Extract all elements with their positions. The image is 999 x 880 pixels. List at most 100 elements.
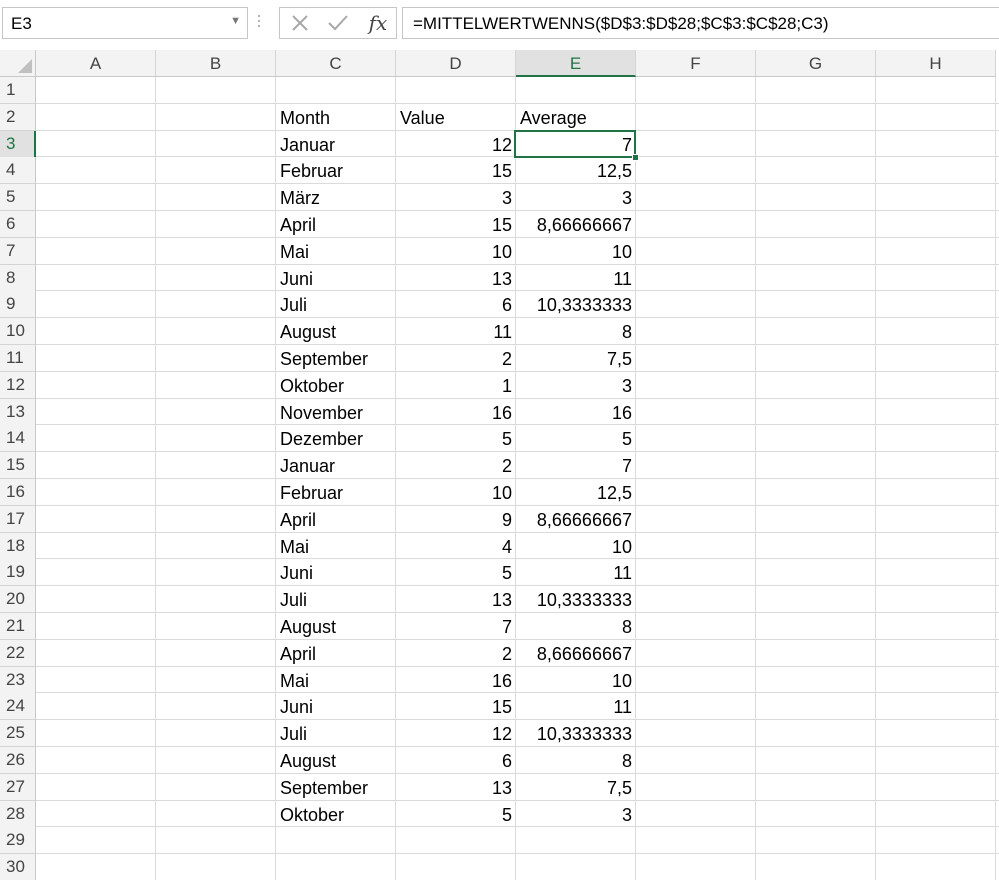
cell-month[interactable]: August (276, 747, 396, 774)
column-header-c[interactable]: C (276, 50, 396, 77)
row-header-27[interactable]: 27 (0, 773, 36, 801)
cell-average[interactable]: 12,5 (516, 157, 636, 184)
row-header-6[interactable]: 6 (0, 211, 36, 238)
x-icon[interactable] (288, 8, 312, 38)
row-header-2[interactable]: 2 (0, 103, 36, 131)
cell-value[interactable]: 10 (396, 238, 516, 265)
cell-average[interactable]: 5 (516, 425, 636, 452)
row-header-14[interactable]: 14 (0, 425, 36, 453)
fx-icon[interactable]: fx (364, 8, 392, 38)
row-header-8[interactable]: 8 (0, 264, 36, 292)
row-header-17[interactable]: 17 (0, 505, 36, 533)
cell-average[interactable]: 8,66666667 (516, 640, 636, 667)
cell-value[interactable]: 9 (396, 506, 516, 533)
cell-value[interactable]: 2 (396, 452, 516, 479)
row-header-19[interactable]: 19 (0, 559, 36, 587)
cell-value[interactable]: 13 (396, 586, 516, 613)
cell-month[interactable]: Juni (276, 693, 396, 720)
cell-month[interactable]: März (276, 184, 396, 211)
cell-average[interactable]: 12,5 (516, 479, 636, 506)
cell-value[interactable]: 16 (396, 399, 516, 426)
row-header-1[interactable]: 1 (0, 77, 36, 104)
cell-month[interactable]: Mai (276, 667, 396, 694)
row-header-28[interactable]: 28 (0, 800, 36, 828)
row-header-21[interactable]: 21 (0, 613, 36, 640)
cell-average[interactable]: 11 (516, 693, 636, 720)
row-header-13[interactable]: 13 (0, 398, 36, 426)
name-box[interactable]: E3 ▼ (2, 7, 248, 39)
column-header-d[interactable]: D (396, 50, 516, 77)
cell-average[interactable]: 8,66666667 (516, 211, 636, 238)
cell-month[interactable]: November (276, 399, 396, 426)
cell-average[interactable]: 8 (516, 747, 636, 774)
column-header-f[interactable]: F (636, 50, 756, 77)
row-header-29[interactable]: 29 (0, 827, 36, 855)
header-cell-month[interactable]: Month (276, 104, 396, 131)
cell-month[interactable]: Juli (276, 586, 396, 613)
cell-value[interactable]: 11 (396, 318, 516, 345)
select-all-corner[interactable] (0, 50, 36, 77)
cell-average[interactable]: 7 (516, 452, 636, 479)
fill-handle[interactable] (632, 153, 639, 161)
cell-month[interactable]: September (276, 774, 396, 801)
cell-average[interactable]: 3 (516, 372, 636, 399)
cell-month[interactable]: April (276, 506, 396, 533)
cell-average[interactable]: 10 (516, 238, 636, 265)
header-cell-value[interactable]: Value (396, 104, 516, 131)
cell-value[interactable]: 15 (396, 211, 516, 238)
cell-average[interactable]: 3 (516, 184, 636, 211)
cell-month[interactable]: Januar (276, 452, 396, 479)
column-header-h[interactable]: H (876, 50, 996, 77)
cell-value[interactable]: 5 (396, 801, 516, 828)
cell-average[interactable]: 10 (516, 667, 636, 694)
cell-average[interactable]: 8,66666667 (516, 506, 636, 533)
cell-value[interactable]: 16 (396, 667, 516, 694)
cell-value[interactable]: 7 (396, 613, 516, 640)
cell-value[interactable]: 12 (396, 720, 516, 747)
row-header-5[interactable]: 5 (0, 184, 36, 212)
cell-value[interactable]: 2 (396, 345, 516, 372)
cell-value[interactable]: 15 (396, 157, 516, 184)
cell-average[interactable]: 7,5 (516, 345, 636, 372)
row-header-25[interactable]: 25 (0, 720, 36, 748)
grip-icon[interactable] (256, 12, 262, 34)
row-header-26[interactable]: 26 (0, 747, 36, 774)
cell-month[interactable]: August (276, 613, 396, 640)
cell-value[interactable]: 1 (396, 372, 516, 399)
cell-month[interactable]: Dezember (276, 425, 396, 452)
cell-value[interactable]: 4 (396, 533, 516, 560)
cell-month[interactable]: Februar (276, 479, 396, 506)
row-header-18[interactable]: 18 (0, 532, 36, 560)
column-header-b[interactable]: B (156, 50, 276, 77)
header-cell-average[interactable]: Average (516, 104, 636, 131)
cell-average[interactable]: 16 (516, 399, 636, 426)
row-header-23[interactable]: 23 (0, 666, 36, 694)
row-header-15[interactable]: 15 (0, 452, 36, 480)
row-header-3[interactable]: 3 (0, 130, 36, 158)
row-header-10[interactable]: 10 (0, 318, 36, 346)
row-header-30[interactable]: 30 (0, 854, 36, 880)
cell-month[interactable]: Oktober (276, 372, 396, 399)
cell-average[interactable]: 7,5 (516, 774, 636, 801)
check-icon[interactable] (326, 8, 350, 38)
cell-month[interactable]: September (276, 345, 396, 372)
row-header-20[interactable]: 20 (0, 586, 36, 614)
formula-input[interactable]: =MITTELWERTWENNS($D$3:$D$28;$C$3:$C$28;C… (402, 7, 999, 39)
column-header-a[interactable]: A (36, 50, 156, 77)
cell-value[interactable]: 5 (396, 425, 516, 452)
row-header-16[interactable]: 16 (0, 479, 36, 506)
cell-value[interactable]: 13 (396, 265, 516, 292)
row-header-4[interactable]: 4 (0, 157, 36, 185)
chevron-down-icon[interactable]: ▼ (230, 15, 241, 27)
cell-value[interactable]: 6 (396, 747, 516, 774)
cell-month[interactable]: Juni (276, 559, 396, 586)
cell-month[interactable]: August (276, 318, 396, 345)
spreadsheet-grid[interactable]: A B C D E F G H 1 2 3 4 5 6 7 8 9 10 11 12 13 14 15 16 17 18 19 20 2… (0, 50, 999, 880)
cell-average[interactable]: 3 (516, 801, 636, 828)
cell-average[interactable]: 10,3333333 (516, 720, 636, 747)
cell-average[interactable]: 11 (516, 265, 636, 292)
cell-average[interactable]: 10 (516, 533, 636, 560)
cell-average[interactable]: 10,3333333 (516, 291, 636, 318)
cell-average[interactable]: 10,3333333 (516, 586, 636, 613)
row-header-11[interactable]: 11 (0, 345, 36, 372)
